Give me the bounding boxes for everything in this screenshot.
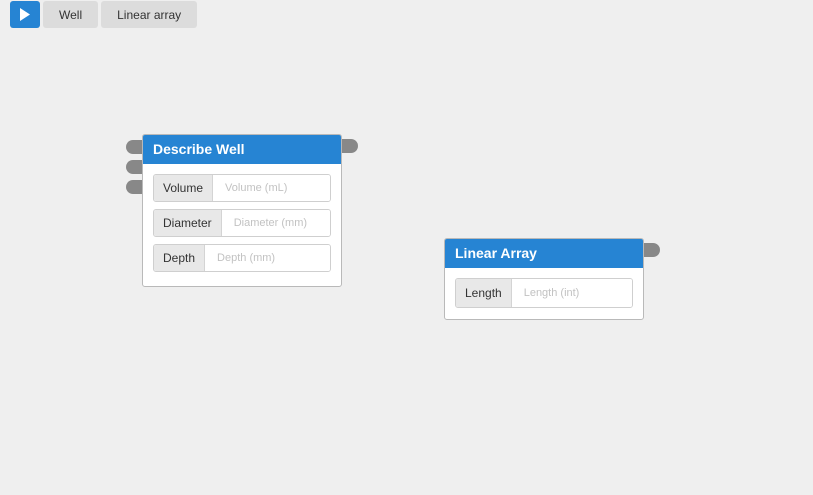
node-title[interactable]: Linear Array [445, 239, 643, 268]
add-linear-array-button[interactable]: Linear array [101, 1, 198, 28]
field-label: Volume [154, 175, 214, 201]
field-label: Length [456, 279, 512, 307]
linear-array-node[interactable]: Linear Array Length [444, 238, 644, 320]
describe-well-node[interactable]: Describe Well Volume Diameter Depth [142, 134, 342, 287]
diameter-field: Diameter [153, 209, 331, 237]
depth-input[interactable] [205, 245, 330, 271]
node-body: Length [445, 268, 643, 320]
field-label: Depth [154, 245, 206, 271]
run-button[interactable] [10, 1, 40, 28]
volume-input[interactable] [213, 175, 330, 201]
play-icon [20, 8, 30, 21]
length-field: Length [455, 278, 633, 308]
add-well-button[interactable]: Well [43, 1, 99, 28]
diameter-input[interactable] [221, 210, 330, 236]
depth-field: Depth [153, 244, 331, 272]
toolbar: Well Linear array [10, 1, 198, 28]
node-body: Volume Diameter Depth [143, 164, 341, 284]
workspace-canvas[interactable]: Well Linear array Describe Well Volume D… [0, 0, 813, 495]
field-label: Diameter [154, 210, 222, 236]
length-input[interactable] [511, 279, 632, 307]
volume-field: Volume [153, 174, 331, 202]
node-title[interactable]: Describe Well [143, 135, 341, 164]
